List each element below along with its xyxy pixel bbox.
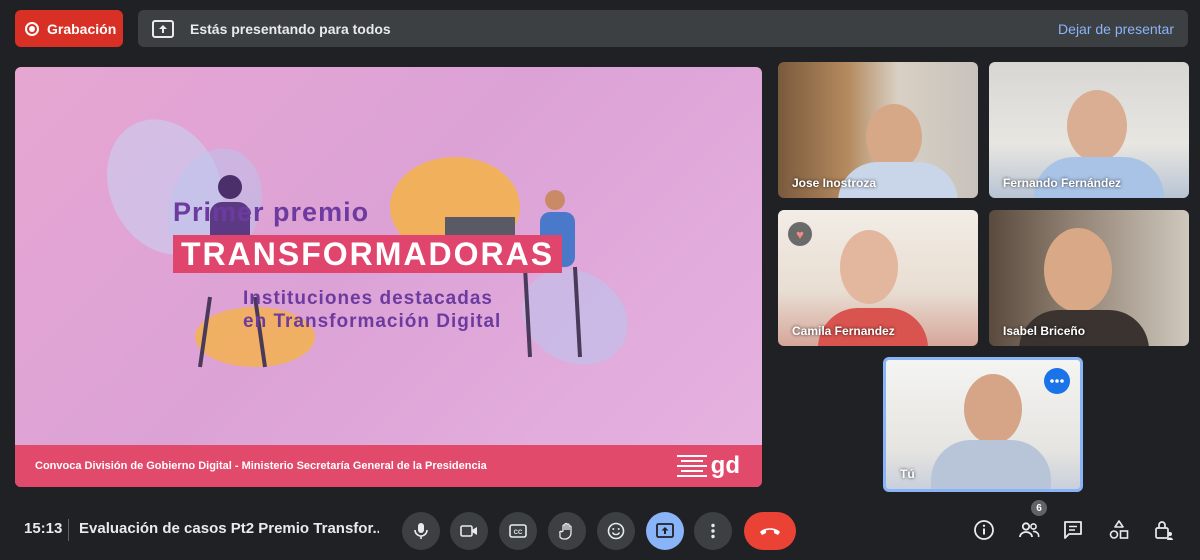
lock-person-icon <box>1155 521 1173 540</box>
host-controls-button[interactable] <box>1150 516 1178 544</box>
heart-reaction-icon: ♥ <box>788 222 812 246</box>
people-icon <box>1019 522 1040 538</box>
participant-tile[interactable]: Isabel Briceño <box>989 210 1189 346</box>
participant-name: Camila Fernandez <box>792 324 895 338</box>
chat-icon <box>1064 521 1082 539</box>
participant-name: Jose Inostroza <box>792 176 877 190</box>
more-options-button[interactable] <box>1044 368 1070 394</box>
recording-button[interactable]: Grabación <box>15 10 123 47</box>
present-screen-icon <box>656 523 674 538</box>
slide-title-line1: Primer premio <box>173 197 370 227</box>
meeting-clock: 15:13 <box>24 520 63 537</box>
activities-button[interactable] <box>1105 516 1133 544</box>
participant-video <box>866 104 922 170</box>
slide-footer-text: Convoca División de Gobierno Digital - M… <box>35 460 487 472</box>
participant-video <box>1044 228 1112 312</box>
microphone-button[interactable] <box>402 512 440 550</box>
participant-name: Tú <box>900 467 915 481</box>
meeting-details-button[interactable] <box>970 516 998 544</box>
emoji-icon <box>607 522 625 540</box>
info-icon <box>974 520 994 540</box>
presentation-slide: Primer premio TRANSFORMADORAS Institucio… <box>15 67 762 487</box>
more-vert-icon <box>711 523 715 539</box>
present-screen-icon <box>152 19 174 38</box>
reactions-button[interactable] <box>597 512 635 550</box>
present-now-button[interactable] <box>646 512 684 550</box>
activities-icon <box>1109 520 1129 539</box>
camera-icon <box>460 525 477 537</box>
presenting-banner: Estás presentando para todos Dejar de pr… <box>138 10 1188 47</box>
hangup-icon <box>760 528 780 535</box>
gd-logo-icon <box>676 455 707 477</box>
meeting-title: Evaluación de casos Pt2 Premio Transfor.… <box>79 520 379 537</box>
captions-button[interactable]: CC <box>499 512 537 550</box>
gd-logo-text: gd <box>710 452 740 479</box>
participant-tile[interactable]: ♥ Camila Fernandez <box>778 210 978 346</box>
slide-subtitle-line2: en Transformación Digital <box>243 311 502 332</box>
presenting-status-text: Estás presentando para todos <box>190 20 391 37</box>
participant-video <box>840 230 898 304</box>
slide-subtitle-line1: Instituciones destacadas <box>243 288 493 309</box>
participant-tile[interactable]: Fernando Fernández <box>989 62 1189 198</box>
record-icon <box>25 21 39 36</box>
participant-video-body <box>931 440 1051 489</box>
participant-video <box>1067 90 1127 162</box>
camera-button[interactable] <box>450 512 488 550</box>
participant-name: Isabel Briceño <box>1003 324 1086 338</box>
raise-hand-button[interactable] <box>548 512 586 550</box>
microphone-icon <box>414 523 428 539</box>
slide-title-line2: TRANSFORMADORAS <box>173 235 563 273</box>
recording-label: Grabación <box>47 20 117 37</box>
divider <box>68 519 69 541</box>
people-button[interactable] <box>1015 516 1043 544</box>
participant-tile[interactable]: Jose Inostroza <box>778 62 978 198</box>
more-dots-icon <box>1050 379 1064 383</box>
hand-icon <box>559 522 572 540</box>
captions-icon: CC <box>509 524 527 538</box>
self-view-tile[interactable]: Tú <box>883 357 1083 492</box>
slide-footer: Convoca División de Gobierno Digital - M… <box>15 445 762 487</box>
participant-name: Fernando Fernández <box>1003 176 1122 190</box>
svg-text:CC: CC <box>514 530 523 536</box>
people-count-badge: 6 <box>1031 500 1047 516</box>
leave-call-button[interactable] <box>744 512 796 550</box>
gd-logo: gd <box>676 452 740 480</box>
chat-button[interactable] <box>1059 516 1087 544</box>
stop-presenting-button[interactable]: Dejar de presentar <box>1058 21 1174 37</box>
more-options-button[interactable] <box>694 512 732 550</box>
participant-video <box>964 374 1022 444</box>
meet-window: Grabación Estás presentando para todos D… <box>0 0 1200 560</box>
